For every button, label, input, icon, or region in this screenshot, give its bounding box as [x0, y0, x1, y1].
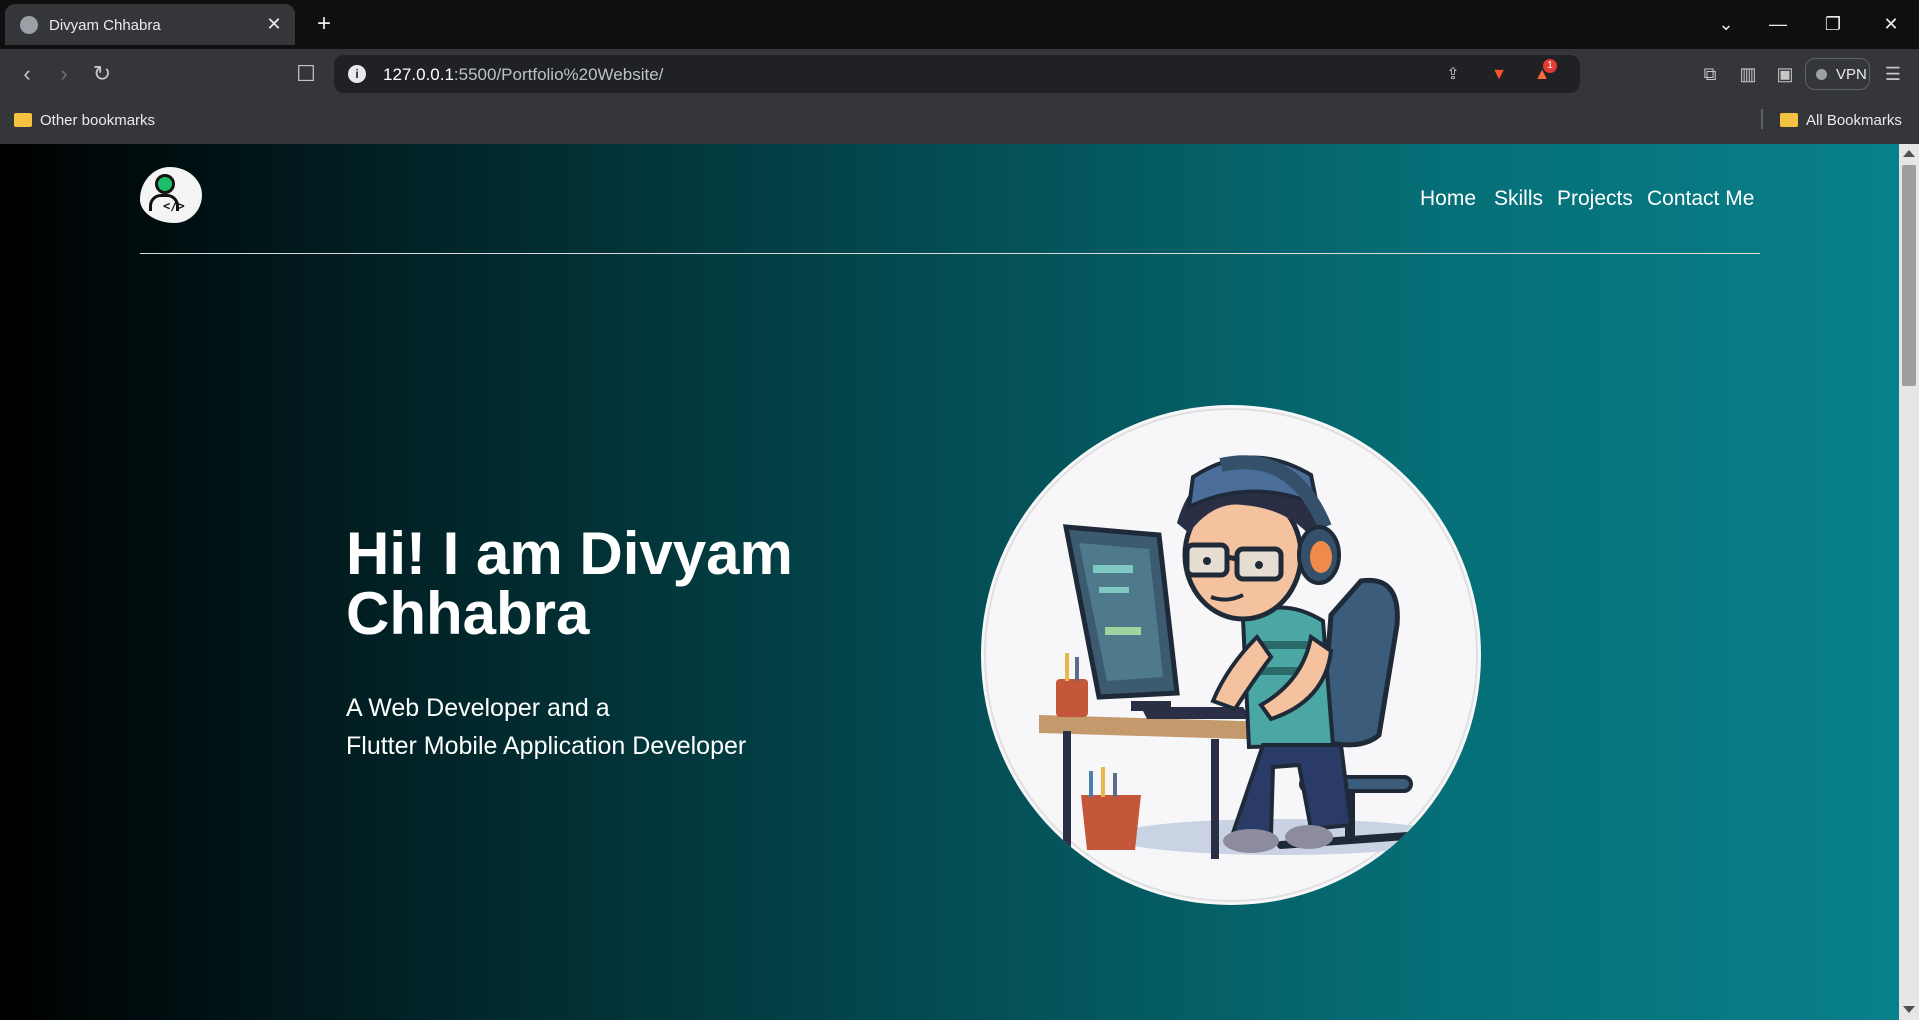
share-icon[interactable]: ⇪ [1442, 64, 1464, 86]
restore-button[interactable]: ❐ [1815, 10, 1851, 38]
code-tag-icon: </> [163, 199, 185, 213]
minimize-button[interactable]: — [1760, 10, 1796, 38]
nav-skills[interactable]: Skills [1494, 187, 1543, 211]
browser-chrome: Divyam Chhabra ✕ + ⌄ — ❐ ✕ ‹ › ↻ ☐ i 127… [0, 0, 1919, 144]
close-tab-icon[interactable]: ✕ [263, 13, 285, 35]
reload-button[interactable]: ↻ [88, 60, 116, 88]
page-scrollbar[interactable] [1899, 144, 1919, 1020]
bookmark-other-label: Other bookmarks [40, 112, 156, 129]
browser-toolbar: ‹ › ↻ ☐ i 127.0.0.1:5500/Portfolio%20Web… [0, 49, 1919, 99]
url-host: 127.0.0.1 [383, 65, 454, 84]
globe-icon [20, 16, 38, 34]
wallet-icon[interactable]: ▣ [1772, 61, 1798, 87]
brave-shields-icon[interactable]: ▼ [1488, 64, 1510, 86]
hero-subtitle-line2: Flutter Mobile Application Developer [346, 732, 747, 760]
tab-strip: Divyam Chhabra ✕ + ⌄ — ❐ ✕ [0, 0, 1919, 49]
url-path: :5500/Portfolio%20Website/ [453, 65, 664, 84]
menu-icon[interactable]: ☰ [1880, 61, 1906, 87]
bookmarks-divider [1761, 109, 1763, 129]
forward-button[interactable]: › [50, 60, 78, 88]
folder-icon [14, 113, 32, 127]
nav-contact[interactable]: Contact Me [1647, 187, 1754, 211]
folder-icon [1780, 113, 1798, 127]
developer-at-computer-icon [984, 408, 1478, 902]
hero-title-line1: Hi! I am Divyam [346, 520, 793, 587]
sidebar-icon[interactable]: ▥ [1735, 61, 1761, 87]
hero-title: Hi! I am Divyam Chhabra [346, 524, 906, 644]
hero-subtitle: A Web Developer and a Flutter Mobile App… [346, 689, 746, 765]
nav-projects[interactable]: Projects [1557, 187, 1633, 211]
scroll-up-arrow-icon[interactable] [1903, 150, 1915, 157]
hero-subtitle-line1: A Web Developer and a [346, 694, 610, 722]
logo-head-icon [155, 174, 175, 194]
bookmark-other[interactable]: Other bookmarks [14, 109, 155, 133]
address-bar[interactable]: i 127.0.0.1:5500/Portfolio%20Website/ ⇪ … [334, 55, 1580, 93]
vpn-status-icon [1816, 69, 1827, 80]
bookmark-all-label: All Bookmarks [1806, 112, 1902, 129]
header-divider [140, 253, 1760, 254]
page-viewport: </> Home Skills Projects Contact Me Hi! … [0, 144, 1899, 1020]
close-window-button[interactable]: ✕ [1873, 10, 1909, 38]
scrollbar-thumb[interactable] [1902, 165, 1916, 386]
vpn-label: VPN [1836, 66, 1867, 83]
url-text[interactable]: 127.0.0.1:5500/Portfolio%20Website/ [383, 65, 663, 85]
hero-title-line2: Chhabra [346, 580, 590, 647]
tab-title: Divyam Chhabra [49, 17, 161, 34]
nav-home[interactable]: Home [1420, 187, 1476, 211]
developer-illustration [981, 405, 1481, 905]
scroll-down-arrow-icon[interactable] [1903, 1006, 1915, 1013]
site-info-icon[interactable]: i [348, 65, 366, 83]
browser-tab[interactable]: Divyam Chhabra ✕ [5, 4, 295, 45]
new-tab-button[interactable]: + [311, 10, 337, 38]
back-button[interactable]: ‹ [13, 60, 41, 88]
bookmarks-bar: Other bookmarks All Bookmarks [0, 99, 1919, 144]
site-logo[interactable]: </> [140, 167, 202, 223]
notification-badge: 1 [1543, 59, 1557, 73]
tab-search-chevron-icon[interactable]: ⌄ [1708, 10, 1744, 38]
bookmark-icon[interactable]: ☐ [292, 60, 320, 88]
vpn-button[interactable]: VPN [1805, 58, 1870, 90]
extensions-icon[interactable]: ⧉ [1697, 61, 1723, 87]
bookmark-all[interactable]: All Bookmarks [1780, 109, 1902, 133]
